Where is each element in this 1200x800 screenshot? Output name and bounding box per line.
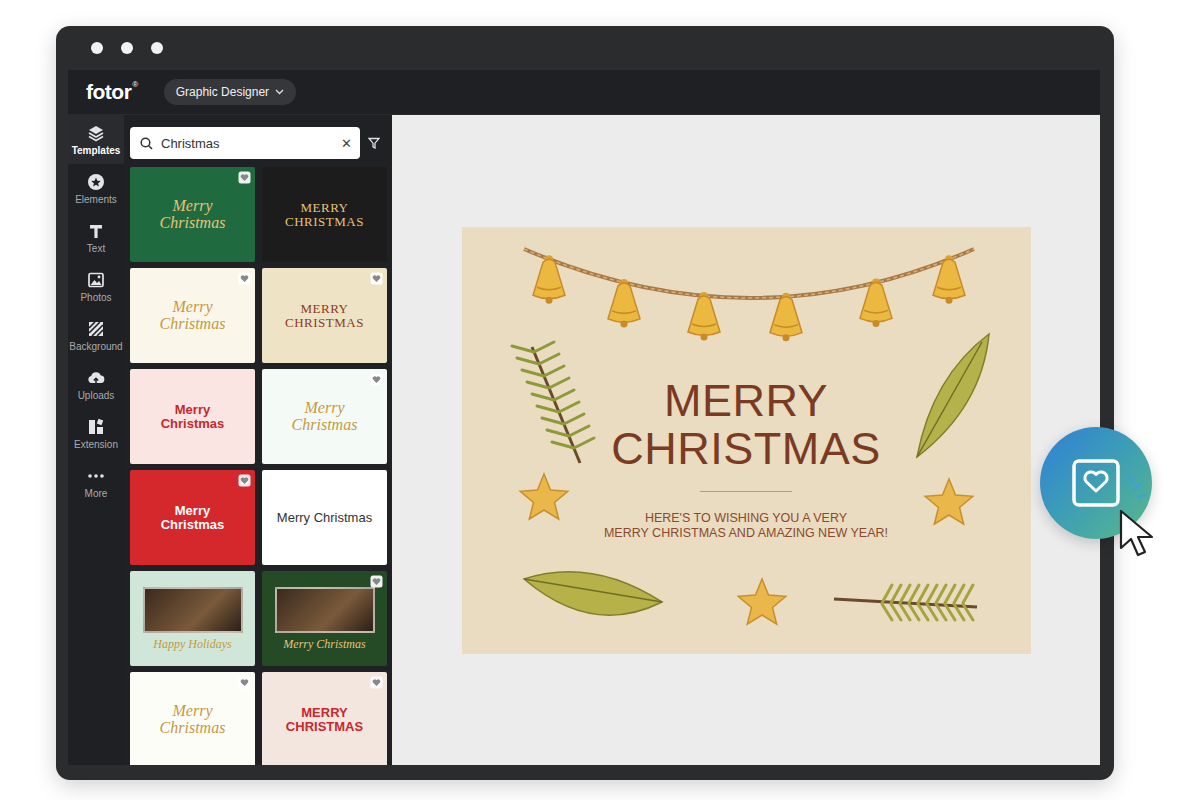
template-title: Merry Christmas bbox=[145, 504, 241, 531]
app: fotor®Graphic DesignerTemplatesElementsT… bbox=[68, 70, 1100, 765]
template-thumbnail[interactable]: Merry Christmas bbox=[130, 167, 255, 262]
card-message: HERE'S TO WISHING YOU A VERYMERRY CHRIST… bbox=[604, 511, 888, 541]
template-thumbnail[interactable]: Merry Christmas bbox=[262, 470, 387, 565]
logo-mark: ® bbox=[132, 80, 137, 89]
cursor-icon bbox=[1118, 508, 1162, 562]
premium-badge-icon bbox=[370, 676, 383, 689]
template-thumbnail[interactable]: Merry Christmas bbox=[262, 571, 387, 666]
template-thumbnail[interactable]: Merry Christmas bbox=[262, 369, 387, 464]
premium-badge-icon bbox=[238, 272, 251, 285]
window-controls bbox=[68, 26, 1100, 70]
sidebar-item[interactable]: Templates bbox=[68, 115, 124, 164]
template-thumbnail[interactable]: Happy Holidays bbox=[130, 571, 255, 666]
sidebar-label: Templates bbox=[72, 145, 121, 156]
template-title: MERRY CHRISTMAS bbox=[277, 302, 373, 329]
search-box[interactable]: ✕ bbox=[130, 127, 360, 159]
design-canvas: MERRYCHRISTMAS HERE'S TO WISHING YOU A VE… bbox=[392, 115, 1100, 765]
extension-icon bbox=[87, 418, 105, 436]
image-icon bbox=[87, 271, 105, 289]
logo[interactable]: fotor® bbox=[86, 80, 138, 104]
sidebar-label: Elements bbox=[75, 194, 117, 205]
sidebar-label: More bbox=[85, 488, 108, 499]
mode-menu[interactable]: Graphic Designer bbox=[164, 79, 296, 105]
template-grid: Merry Christmas MERRY CHRISTMAS Merry Chri… bbox=[130, 167, 388, 765]
template-title: Merry Christmas bbox=[145, 403, 241, 430]
template-title: MERRY CHRISTMAS bbox=[277, 706, 373, 733]
sidebar-item[interactable]: Elements bbox=[68, 164, 124, 213]
template-thumbnail[interactable]: Merry Christmas bbox=[130, 470, 255, 565]
sidebar-item[interactable]: Uploads bbox=[68, 360, 124, 409]
filter-icon bbox=[368, 137, 380, 149]
search-input[interactable] bbox=[161, 136, 333, 151]
more-icon bbox=[87, 467, 105, 485]
search-row: ✕ bbox=[130, 127, 388, 159]
premium-badge-icon bbox=[370, 575, 383, 588]
window-dot[interactable] bbox=[121, 42, 133, 54]
premium-badge-icon bbox=[370, 373, 383, 386]
template-photo bbox=[143, 587, 243, 633]
card-message-line: HERE'S TO WISHING YOU A VERY bbox=[645, 511, 847, 526]
premium-badge-icon bbox=[238, 676, 251, 689]
premium-badge-icon bbox=[370, 272, 383, 285]
card-title: CHRISTMAS bbox=[611, 425, 881, 473]
template-title: MERRY CHRISTMAS bbox=[277, 201, 373, 228]
template-title: Merry Christmas bbox=[277, 511, 372, 525]
sidebar: Templates Elements Text Photos Background Upl… bbox=[68, 115, 124, 765]
sidebar-label: Photos bbox=[80, 292, 111, 303]
sidebar-item[interactable]: Photos bbox=[68, 262, 124, 311]
premium-badge-icon bbox=[238, 171, 251, 184]
templates-panel: ✕Merry ChristmasMERRY CHRISTMASMerry Chr… bbox=[124, 115, 392, 765]
template-title: Merry Christmas bbox=[145, 703, 241, 737]
text-icon bbox=[87, 222, 105, 240]
template-title: Merry Christmas bbox=[145, 299, 241, 333]
clear-button[interactable]: ✕ bbox=[341, 136, 352, 151]
sidebar-item[interactable]: Text bbox=[68, 213, 124, 262]
sidebar-item[interactable]: More bbox=[68, 458, 124, 507]
window-dot[interactable] bbox=[151, 42, 163, 54]
christmas-card[interactable]: MERRYCHRISTMAS HERE'S TO WISHING YOU A VE… bbox=[462, 227, 1031, 654]
template-title: Merry Christmas bbox=[277, 400, 373, 434]
template-thumbnail[interactable]: Merry Christmas bbox=[130, 268, 255, 363]
top-bar: fotor® Graphic Designer bbox=[68, 70, 1100, 115]
cloud-upload-icon bbox=[87, 369, 105, 387]
search-icon bbox=[140, 137, 153, 150]
sidebar-label: Uploads bbox=[78, 390, 115, 401]
sidebar-label: Text bbox=[87, 243, 105, 254]
browser-window: fotor®Graphic DesignerTemplatesElementsT… bbox=[56, 26, 1114, 780]
sidebar-item[interactable]: Background bbox=[68, 311, 124, 360]
premium-badge-icon bbox=[238, 474, 251, 487]
workspace: Templates Elements Text Photos Background Upl… bbox=[68, 115, 1100, 765]
sidebar-item[interactable]: Extension bbox=[68, 409, 124, 458]
template-thumbnail[interactable]: Merry Christmas bbox=[130, 369, 255, 464]
mode-label: Graphic Designer bbox=[176, 85, 269, 99]
template-title: Merry Christmas bbox=[283, 638, 365, 651]
card-divider bbox=[700, 491, 792, 492]
background-icon bbox=[87, 320, 105, 338]
window-dot[interactable] bbox=[91, 42, 103, 54]
card-message-line: MERRY CHRISTMAS AND AMAZING NEW YEAR! bbox=[604, 526, 888, 541]
layers-icon bbox=[87, 124, 105, 142]
elements-icon bbox=[87, 173, 105, 191]
template-thumbnail[interactable]: MERRY CHRISTMAS bbox=[262, 672, 387, 765]
template-thumbnail[interactable]: MERRY CHRISTMAS bbox=[262, 268, 387, 363]
chevron-down-icon bbox=[275, 89, 284, 95]
template-title: Merry Christmas bbox=[145, 198, 241, 232]
logo-text: fotor bbox=[86, 80, 131, 104]
sidebar-label: Extension bbox=[74, 439, 118, 450]
sidebar-label: Background bbox=[69, 341, 122, 352]
template-title: Happy Holidays bbox=[153, 638, 231, 651]
template-photo bbox=[275, 587, 375, 633]
template-thumbnail[interactable]: MERRY CHRISTMAS bbox=[262, 167, 387, 262]
card-title: MERRY bbox=[664, 377, 828, 425]
template-thumbnail[interactable]: Merry Christmas bbox=[130, 672, 255, 765]
